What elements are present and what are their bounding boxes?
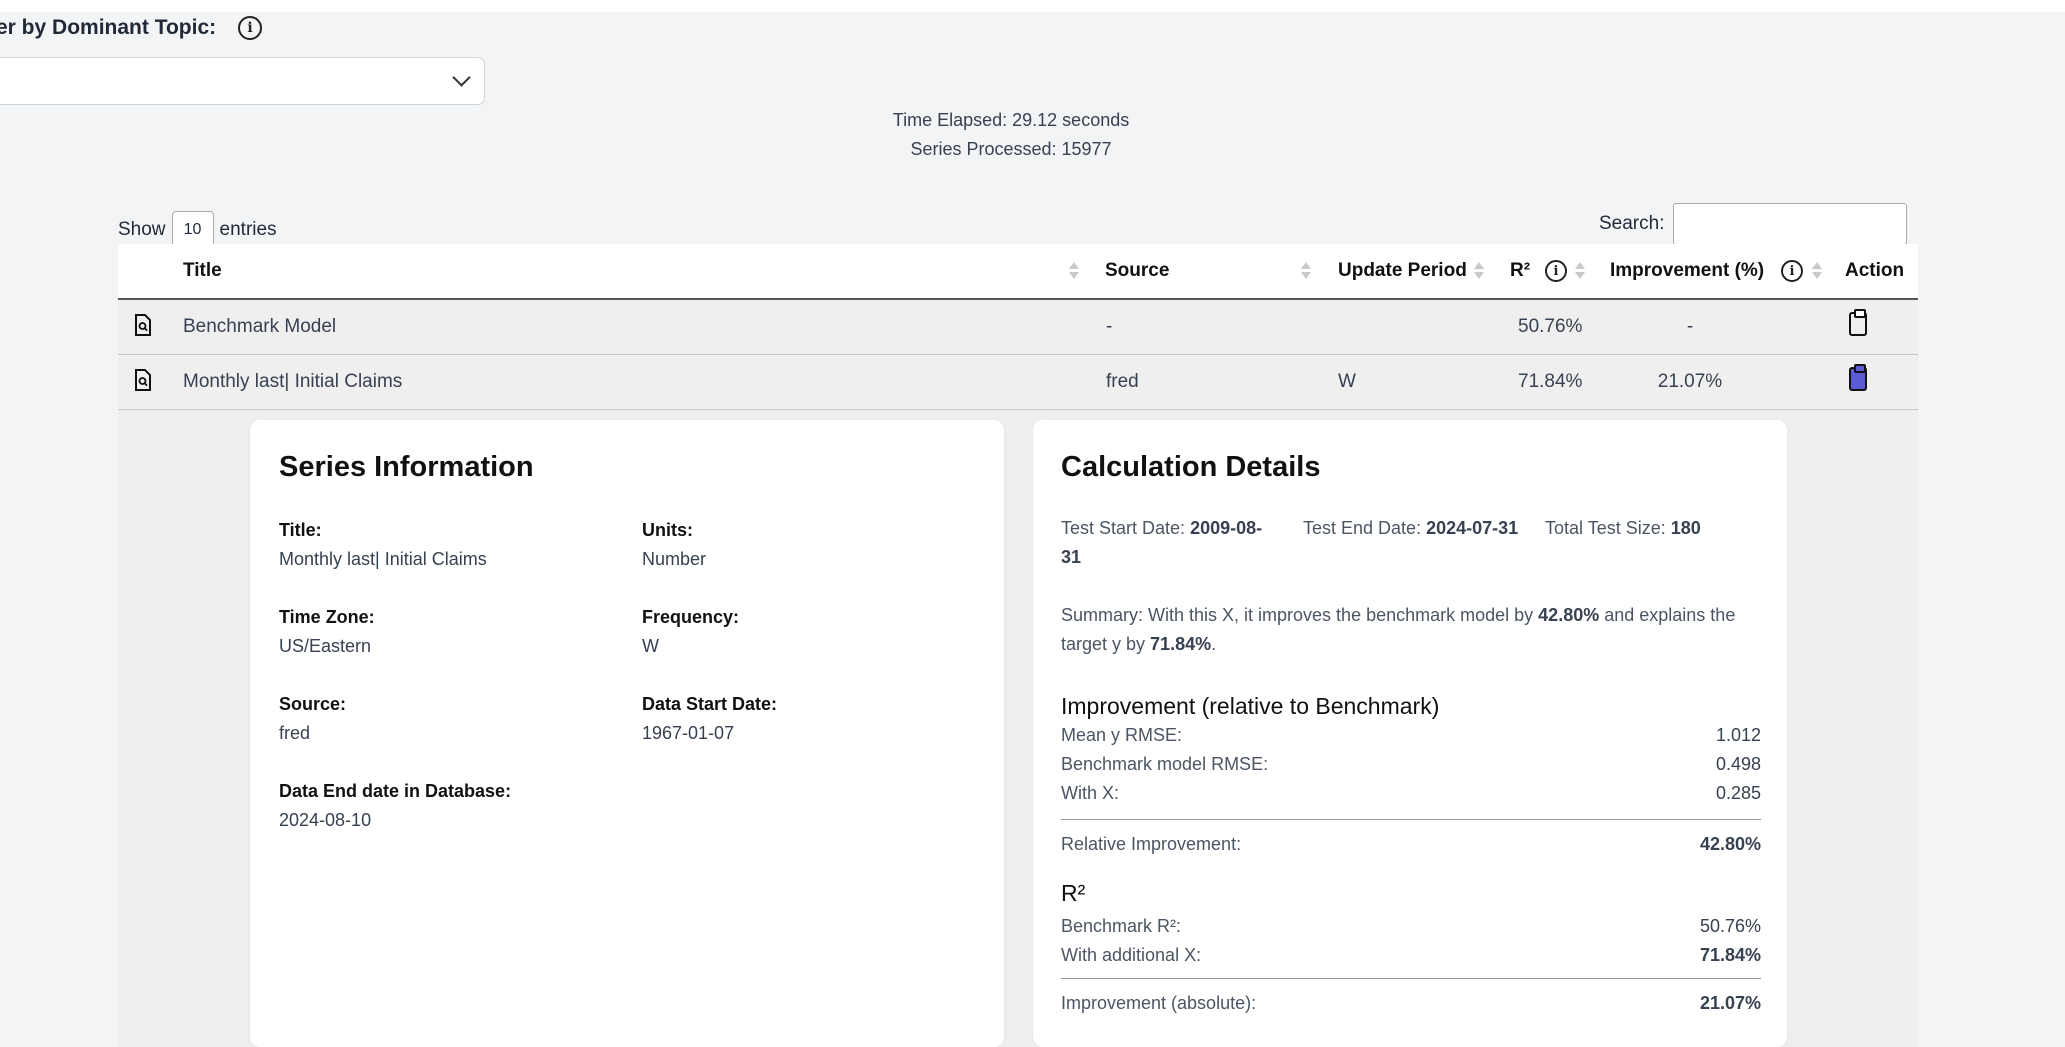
bench-r2-label: Benchmark R²: (1061, 916, 1182, 936)
absolute-improvement-value: 21.07% (1699, 993, 1761, 1013)
test-start-label: Test Start Date: (1061, 518, 1186, 538)
mean-rmse-label: Mean y RMSE: (1061, 725, 1183, 745)
entries-label: entries (219, 219, 277, 240)
col-improvement[interactable]: Improvement (%) (1610, 260, 1764, 282)
sort-icon[interactable] (1575, 262, 1585, 280)
additional-x-row: With additional X: 71.84% (1061, 945, 1761, 966)
additional-x-value: 71.84% (1699, 945, 1761, 965)
mean-rmse-row: Mean y RMSE: 1.012 (1061, 725, 1761, 746)
test-end-value: 2024-07-31 (1426, 518, 1519, 538)
summary-text: . (1211, 634, 1217, 654)
improvement-heading: Improvement (relative to Benchmark) (1061, 693, 1440, 719)
series-processed: Series Processed: 15977 (910, 139, 1112, 159)
summary-text: Summary: With this X, it improves the be… (1061, 605, 1539, 625)
table-row[interactable]: Monthly last| Initial Claims fred W 71.8… (118, 355, 1918, 410)
chevron-down-icon (452, 68, 471, 87)
info-icon[interactable]: i (238, 16, 262, 40)
bench-rmse-label: Benchmark model RMSE: (1061, 754, 1269, 774)
frequency-label: Frequency: (642, 607, 740, 627)
bench-r2-value: 50.76% (1699, 916, 1761, 936)
absolute-improvement-label: Improvement (absolute): (1061, 993, 1257, 1013)
relative-improvement-label: Relative Improvement: (1061, 834, 1242, 854)
clipboard-icon[interactable] (1849, 309, 1867, 336)
col-action: Action (1845, 260, 1905, 281)
results-table: Title Source Update Period R² i Improvem… (118, 244, 1918, 410)
info-icon[interactable]: i (1545, 260, 1567, 282)
col-title[interactable]: Title (183, 260, 222, 282)
source-value: fred (279, 723, 311, 743)
row-source: fred (1106, 371, 1139, 392)
title-label: Title: (279, 520, 322, 540)
r2-heading: R² (1061, 880, 1086, 906)
divider (1061, 819, 1761, 820)
calc-details-card: Calculation Details Test Start Date: 200… (1033, 420, 1787, 1047)
series-info-heading: Series Information (279, 451, 534, 483)
sort-icon[interactable] (1301, 262, 1311, 280)
source-label: Source: (279, 694, 347, 714)
bench-rmse-value: 0.498 (1715, 754, 1761, 774)
test-size-label: Total Test Size: (1545, 518, 1666, 538)
divider (1061, 978, 1761, 979)
series-info-card: Series Information Title: Monthly last| … (250, 420, 1004, 1047)
table-header: Title Source Update Period R² i Improvem… (118, 244, 1918, 300)
show-label: Show (118, 219, 166, 240)
units-label: Units: (642, 520, 693, 540)
additional-x-label: With additional X: (1061, 945, 1202, 965)
info-icon[interactable]: i (1781, 260, 1803, 282)
document-search-icon[interactable] (134, 369, 152, 391)
calc-heading: Calculation Details (1061, 451, 1321, 483)
test-size-value: 180 (1670, 518, 1701, 538)
mean-rmse-value: 1.012 (1715, 725, 1761, 745)
sort-icon[interactable] (1474, 262, 1484, 280)
row-title: Benchmark Model (183, 316, 337, 337)
test-size: Total Test Size: 180 (1545, 514, 1765, 543)
row-update-period: W (1338, 371, 1356, 392)
row-r2: 71.84% (1518, 371, 1583, 392)
test-end-label: Test End Date: (1303, 518, 1422, 538)
top-bar (0, 0, 2065, 12)
withx-label: With X: (1061, 783, 1120, 803)
test-start: Test Start Date: 2009-08-31 (1061, 514, 1281, 572)
units-value: Number (642, 549, 707, 569)
timezone-label: Time Zone: (279, 607, 375, 627)
row-r2: 50.76% (1518, 316, 1583, 337)
bench-rmse-row: Benchmark model RMSE: 0.498 (1061, 754, 1761, 775)
summary: Summary: With this X, it improves the be… (1061, 601, 1761, 659)
row-title: Monthly last| Initial Claims (183, 371, 403, 392)
end-date-label: Data End date in Database: (279, 781, 512, 801)
end-date-value: 2024-08-10 (279, 810, 372, 830)
start-date-value: 1967-01-07 (642, 723, 735, 743)
row-source: - (1106, 316, 1113, 337)
search-control: Search: (1599, 203, 1908, 245)
bench-r2-row: Benchmark R²: 50.76% (1061, 916, 1761, 937)
time-elapsed: Time Elapsed: 29.12 seconds (892, 110, 1130, 130)
test-end: Test End Date: 2024-07-31 (1303, 514, 1523, 543)
row-improvement: 21.07% (1657, 371, 1723, 392)
search-label: Search: (1599, 213, 1665, 234)
frequency-value: W (642, 636, 659, 656)
withx-rmse-row: With X: 0.285 (1061, 783, 1761, 804)
clipboard-filled-icon[interactable] (1849, 364, 1867, 391)
absolute-improvement-row: Improvement (absolute): 21.07% (1061, 993, 1761, 1014)
sort-icon[interactable] (1069, 262, 1079, 280)
withx-value: 0.285 (1715, 783, 1761, 803)
sort-icon[interactable] (1812, 262, 1822, 280)
document-search-icon[interactable] (134, 314, 152, 336)
start-date-label: Data Start Date: (642, 694, 778, 714)
col-source[interactable]: Source (1105, 260, 1169, 282)
relative-improvement-row: Relative Improvement: 42.80% (1061, 834, 1761, 855)
filter-label: er by Dominant Topic: (0, 16, 217, 39)
relative-improvement-value: 42.80% (1699, 834, 1761, 854)
col-update-period[interactable]: Update Period (1338, 260, 1467, 282)
col-r2[interactable]: R² (1510, 260, 1530, 282)
search-input[interactable] (1673, 203, 1908, 245)
title-value: Monthly last| Initial Claims (279, 549, 487, 569)
topic-select[interactable] (0, 57, 485, 105)
row-improvement: - (1686, 316, 1694, 337)
table-row[interactable]: Benchmark Model - 50.76% - (118, 300, 1918, 355)
timezone-value: US/Eastern (279, 636, 372, 656)
summary-improvement: 42.80% (1538, 605, 1600, 625)
summary-r2: 71.84% (1150, 634, 1212, 654)
